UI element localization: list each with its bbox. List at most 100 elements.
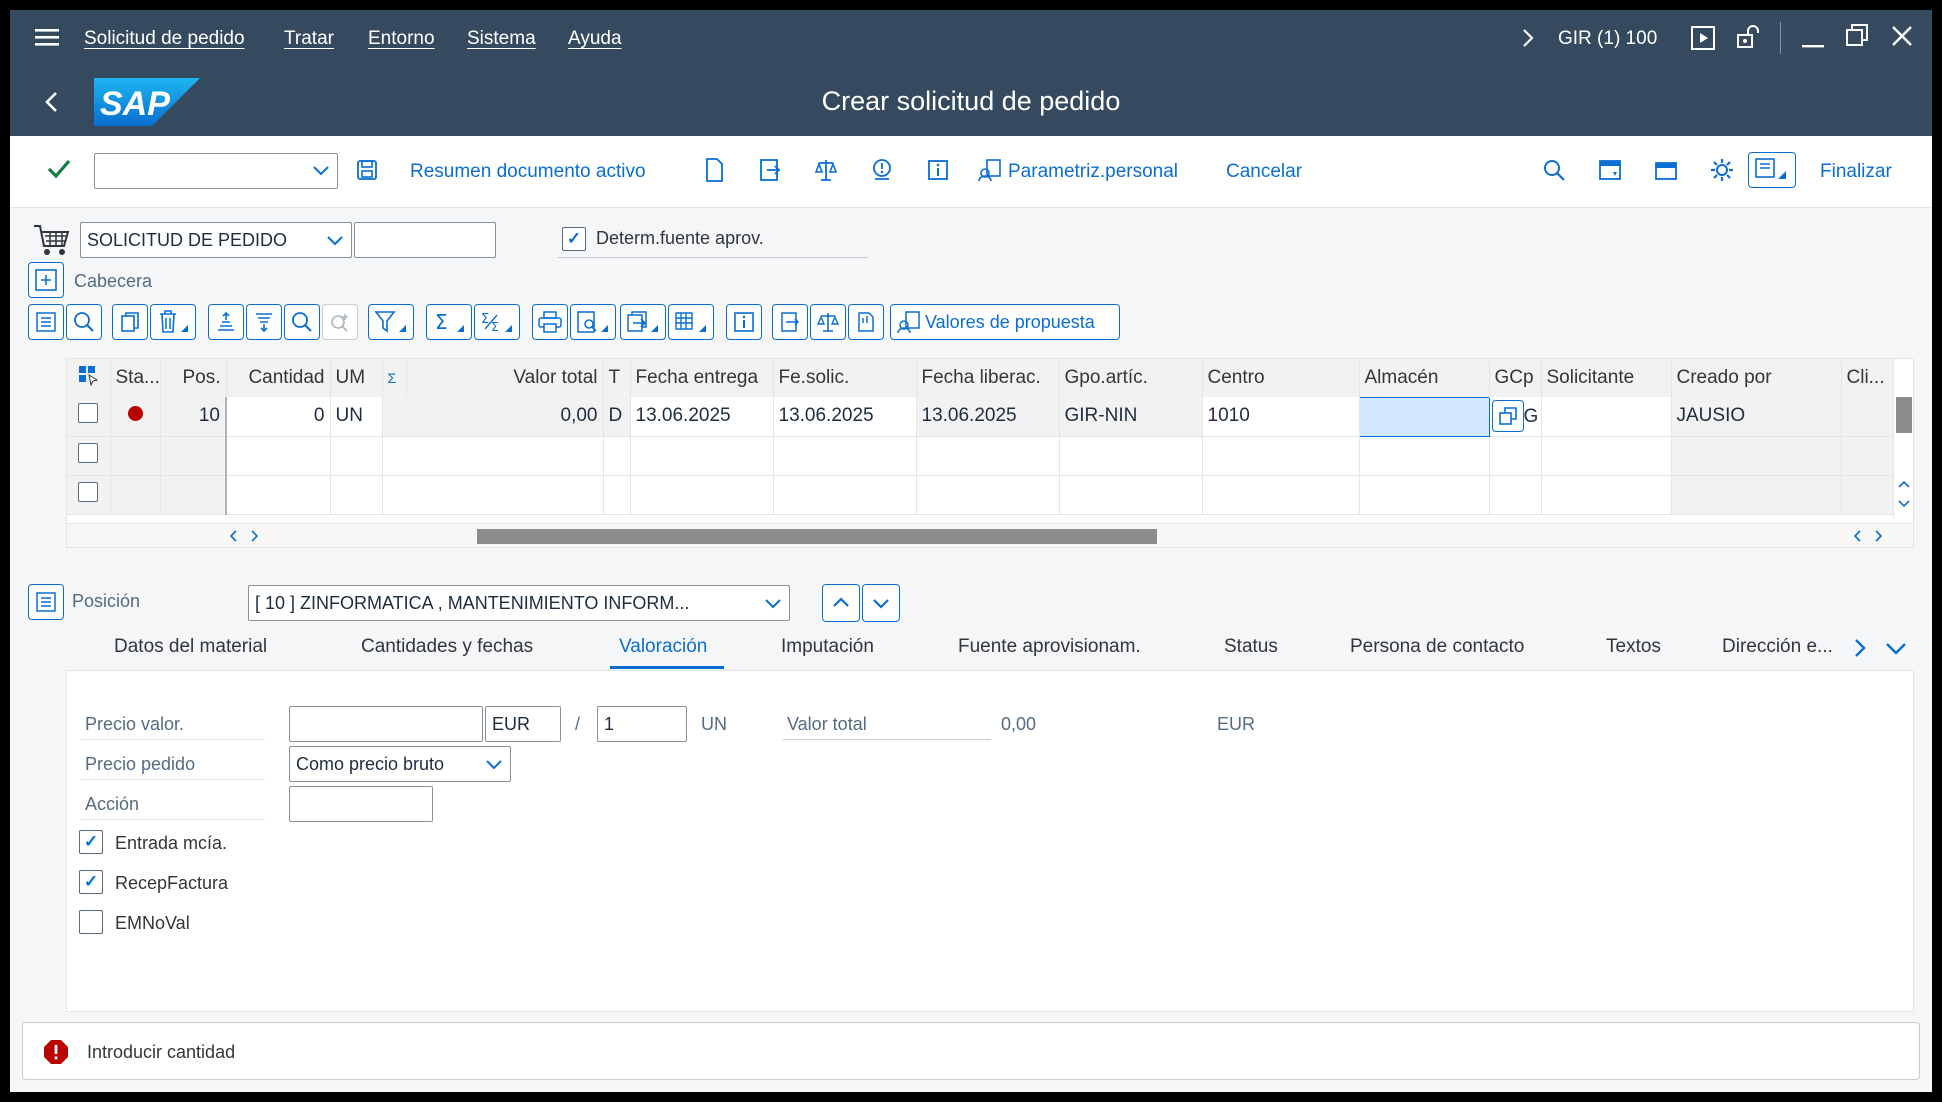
fecha-lib-cell[interactable] [916,436,1060,476]
scroll-left-right-icon[interactable] [227,529,261,543]
select-all-icon[interactable] [67,359,111,397]
grid-info-icon[interactable] [726,304,762,340]
command-field[interactable] [94,153,338,189]
restore-icon[interactable] [1844,22,1870,48]
scroll-up-down-icon[interactable] [1897,477,1911,511]
zoom-icon[interactable] [66,304,102,340]
gcp-cell[interactable]: G [1489,397,1542,437]
centro-cell[interactable] [1202,436,1360,476]
details-icon[interactable] [28,304,64,340]
alert-icon[interactable] [868,156,896,184]
col-pos[interactable]: Pos. [160,359,227,397]
centro-cell[interactable] [1202,475,1360,515]
document-icon[interactable] [700,156,728,184]
um-cell[interactable] [330,436,383,476]
col-creado-por[interactable]: Creado por [1671,359,1842,397]
menu-entorno[interactable]: Entorno [368,28,435,50]
table-row[interactable] [67,475,1894,515]
print-preview-icon[interactable] [570,304,616,340]
resumen-button[interactable]: Resumen documento activo [410,161,646,183]
solicitante-cell[interactable] [1541,475,1672,515]
menu-tratar[interactable]: Tratar [284,28,334,50]
personalize-icon[interactable] [976,156,1004,184]
gcp-cell[interactable] [1489,436,1542,476]
print-icon[interactable] [532,304,568,340]
cantidad-cell[interactable]: 0 [226,397,331,437]
gcp-cell[interactable] [1489,475,1542,515]
menu-ayuda[interactable]: Ayuda [568,28,622,50]
doc-transfer-icon[interactable] [772,304,808,340]
horizontal-scrollbar[interactable] [67,523,1913,547]
per-quantity-input[interactable]: 1 [597,706,687,742]
sort-ascending-icon[interactable] [208,304,244,340]
horizontal-scroll-thumb[interactable] [477,529,1157,544]
value-help-icon[interactable] [1491,400,1524,432]
tab-datos-material[interactable]: Datos del material [114,636,267,658]
row-select-cell[interactable] [67,397,111,437]
new-window-icon[interactable] [1596,156,1624,184]
menu-solicitud[interactable]: Solicitud de pedido [84,28,245,50]
col-fe-solic[interactable]: Fe.solic. [773,359,917,397]
gpo-cell[interactable]: GIR-NIN [1059,397,1203,437]
gpo-cell[interactable] [1059,436,1203,476]
almacen-cell[interactable] [1359,475,1490,515]
status-bar[interactable]: Introducir cantidad [22,1022,1920,1080]
cancel-button[interactable]: Cancelar [1226,161,1302,183]
almacen-cell[interactable] [1358,396,1490,437]
row-select-cell[interactable] [67,475,111,515]
gpo-cell[interactable] [1059,475,1203,515]
col-almacen[interactable]: Almacén [1359,359,1490,397]
tab-status[interactable]: Status [1224,636,1278,658]
check-icon[interactable] [46,156,72,182]
almacen-cell[interactable] [1359,436,1490,476]
lock-icon[interactable] [1734,23,1762,51]
posicion-select[interactable]: [ 10 ] ZINFORMATICA , MANTENIMIENTO INFO… [248,585,790,621]
layout-icon[interactable] [668,304,714,340]
window-icon[interactable] [1652,156,1680,184]
layout-menu-button[interactable] [1748,152,1796,188]
note-icon[interactable] [848,304,884,340]
fecha-lib-cell[interactable] [916,475,1060,515]
row-select-cell[interactable] [67,436,111,476]
menu-sistema[interactable]: Sistema [467,28,536,50]
col-um[interactable]: UM [330,359,383,397]
recep-checkbox[interactable]: ✓ [79,870,103,894]
cantidad-cell[interactable] [226,436,331,476]
fecha-entrega-cell[interactable] [630,436,774,476]
fecha-entrega-cell[interactable] [630,475,774,515]
posicion-details-button[interactable] [28,584,64,620]
vertical-scroll-thumb[interactable] [1896,397,1912,433]
document-type-select[interactable]: SOLICITUD DE PEDIDO [80,222,352,258]
fe-solic-cell[interactable]: 13.06.2025 [773,397,917,437]
tabs-next-icon[interactable] [1848,634,1872,662]
col-cli[interactable]: Cli... [1841,359,1894,397]
document-number-input[interactable] [354,222,496,258]
expand-header-button[interactable] [28,262,64,298]
table-row[interactable] [67,436,1894,476]
col-status[interactable]: Sta... [110,359,161,397]
subtotal-icon[interactable]: ΣΣ [474,304,520,340]
close-icon[interactable] [1890,24,1914,48]
parametriz-button[interactable]: Parametriz.personal [1008,161,1178,183]
currency-input[interactable]: EUR [485,706,561,742]
cantidad-cell[interactable] [226,475,331,515]
tab-imputacion[interactable]: Imputación [781,636,874,658]
solicitante-cell[interactable] [1541,436,1672,476]
filter-icon[interactable] [368,304,414,340]
table-row[interactable]: 10 0 UN 0,00 D 13.06.2025 13.06.2025 13.… [67,396,1894,437]
row-checkbox[interactable] [78,481,99,502]
col-gcp[interactable]: GCp [1489,359,1542,397]
col-t[interactable]: T [603,359,631,397]
previous-item-button[interactable] [822,584,860,622]
col-centro[interactable]: Centro [1202,359,1360,397]
tab-cantidades-fechas[interactable]: Cantidades y fechas [361,636,533,658]
transfer-icon[interactable] [756,156,784,184]
grid-balance-icon[interactable] [810,304,846,340]
col-fecha-liberac[interactable]: Fecha liberac. [916,359,1060,397]
hamburger-menu-icon[interactable] [34,24,60,50]
fe-solic-cell[interactable] [773,475,917,515]
settings-icon[interactable] [1708,156,1736,184]
solicitante-cell[interactable] [1541,397,1672,437]
info-icon[interactable] [924,156,952,184]
copy-icon[interactable] [112,304,148,340]
